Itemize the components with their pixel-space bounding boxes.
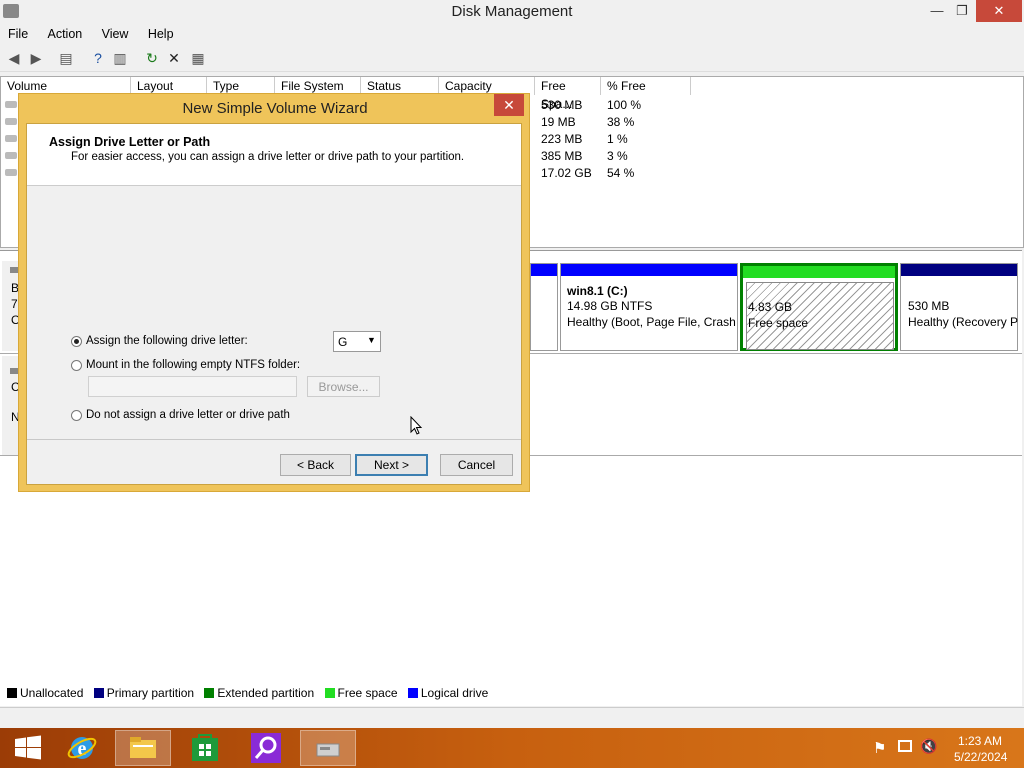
network-icon[interactable] xyxy=(898,740,912,752)
partition-hidden[interactable] xyxy=(530,263,558,351)
taskbar: e ⚑ 🔇 1:23 AM 5/22/2024 xyxy=(0,728,1024,768)
clock-time[interactable]: 1:23 AM xyxy=(958,734,1002,748)
cancel-button[interactable]: Cancel xyxy=(440,454,513,476)
free-space-cell: 19 MB xyxy=(541,115,576,129)
partition-c-size: 14.98 GB NTFS xyxy=(567,299,653,313)
restore-button[interactable]: ❐ xyxy=(947,0,977,22)
percent-free-cell: 54 % xyxy=(607,166,635,180)
radio-assign-letter[interactable] xyxy=(71,336,82,347)
legend-extended: Extended partition xyxy=(217,686,315,700)
store-icon[interactable] xyxy=(177,730,233,766)
legend-primary-swatch xyxy=(93,688,104,698)
recovery-status: Healthy (Recovery P xyxy=(908,315,1018,329)
next-button[interactable]: Next > xyxy=(355,454,428,476)
percent-free-cell: 100 % xyxy=(607,98,642,112)
search-app-icon[interactable] xyxy=(238,730,294,766)
wizard-subheading: For easier access, you can assign a driv… xyxy=(71,151,465,163)
refresh-icon[interactable]: ↻ xyxy=(142,48,162,68)
close-button[interactable]: ✕ xyxy=(976,0,1022,22)
help-icon[interactable]: ? xyxy=(88,48,108,68)
properties-icon[interactable]: ▥ xyxy=(110,48,130,68)
disk-icon xyxy=(5,101,17,108)
forward-icon[interactable]: ▶ xyxy=(26,48,46,68)
wizard-close-button[interactable]: ✕ xyxy=(494,94,524,116)
percent-free-cell: 38 % xyxy=(607,115,635,129)
legend-unallocated: Unallocated xyxy=(20,686,84,700)
radio-assign-label[interactable]: Assign the following drive letter: xyxy=(86,335,248,347)
disk-icon xyxy=(5,152,17,159)
partition-c[interactable]: win8.1 (C:) 14.98 GB NTFS Healthy (Boot,… xyxy=(560,263,738,351)
volume-muted-icon[interactable]: 🔇 xyxy=(920,738,937,755)
browse-button[interactable]: Browse... xyxy=(307,376,380,397)
wizard-header: Assign Drive Letter or Path For easier a… xyxy=(27,124,521,186)
menu-view[interactable]: View xyxy=(94,24,137,44)
free-space-cell: 530 MB xyxy=(541,98,583,112)
free-space-cell: 223 MB xyxy=(541,132,583,146)
settings-icon[interactable]: ▦ xyxy=(188,48,208,68)
legend-free-swatch xyxy=(324,688,335,698)
clock-date[interactable]: 5/22/2024 xyxy=(954,750,1007,764)
recovery-size: 530 MB xyxy=(908,299,950,313)
legend-logical-swatch xyxy=(407,688,418,698)
menu-file[interactable]: File xyxy=(0,24,36,44)
status-bar xyxy=(0,707,1024,728)
delete-icon[interactable]: ✕ xyxy=(164,48,184,68)
legend-extended-swatch xyxy=(204,688,215,698)
free-space-label: Free space xyxy=(748,316,809,330)
radio-no-letter[interactable] xyxy=(71,410,82,421)
window-title: Disk Management xyxy=(451,3,573,20)
radio-no-letter-label[interactable]: Do not assign a drive letter or drive pa… xyxy=(86,409,290,421)
disk-icon xyxy=(5,169,17,176)
legend-logical: Logical drive xyxy=(420,686,489,700)
menu-action[interactable]: Action xyxy=(40,24,91,44)
partition-c-status: Healthy (Boot, Page File, Crash xyxy=(567,315,736,329)
disk-icon xyxy=(5,135,17,142)
partition-recovery[interactable]: 530 MB Healthy (Recovery P xyxy=(900,263,1018,351)
drive-letter-select[interactable]: G ▼ xyxy=(333,331,381,352)
free-space-cell: 17.02 GB xyxy=(541,166,592,180)
menu-bar: File Action View Help xyxy=(0,24,1024,44)
file-explorer-icon[interactable] xyxy=(115,730,171,766)
title-bar: Disk Management — ❐ ✕ xyxy=(0,0,1024,24)
wizard-heading: Assign Drive Letter or Path xyxy=(49,135,211,149)
partition-free-space[interactable]: 4.83 GB Free space xyxy=(740,263,898,351)
console-tree-icon[interactable]: ▤ xyxy=(56,48,76,68)
menu-help[interactable]: Help xyxy=(140,24,182,44)
disk-management-icon[interactable] xyxy=(300,730,356,766)
partition-c-name: win8.1 (C:) xyxy=(567,284,628,298)
legend-free: Free space xyxy=(337,686,398,700)
drive-letter-value: G xyxy=(338,335,348,349)
button-divider xyxy=(27,439,521,440)
wizard-dialog: New Simple Volume Wizard ✕ Assign Drive … xyxy=(18,93,530,492)
legend-primary: Primary partition xyxy=(106,686,195,700)
percent-free-cell: 1 % xyxy=(607,132,628,146)
internet-explorer-icon[interactable]: e xyxy=(54,730,110,766)
percent-free-cell: 3 % xyxy=(607,149,628,163)
toolbar: ◀ ▶ ▤ ? ▥ ↻ ✕ ▦ xyxy=(0,45,1024,72)
chevron-down-icon: ▼ xyxy=(367,335,376,345)
col-free-space[interactable]: Free Spa... xyxy=(535,77,601,111)
radio-mount-folder[interactable] xyxy=(71,360,82,371)
free-space-cell: 385 MB xyxy=(541,149,583,163)
disk-icon xyxy=(5,118,17,125)
free-space-size: 4.83 GB xyxy=(748,300,793,314)
wizard-title: New Simple Volume Wizard xyxy=(182,100,368,117)
mouse-cursor-icon xyxy=(410,416,423,435)
col-percent-free[interactable]: % Free xyxy=(601,77,691,95)
wizard-body: Assign Drive Letter or Path For easier a… xyxy=(26,123,522,485)
start-icon[interactable] xyxy=(0,730,56,766)
mount-folder-input[interactable] xyxy=(88,376,297,397)
flag-icon[interactable]: ⚑ xyxy=(873,739,886,757)
legend-unallocated-swatch xyxy=(7,688,17,698)
legend: Unallocated Primary partition Extended p… xyxy=(0,683,1022,703)
radio-mount-label[interactable]: Mount in the following empty NTFS folder… xyxy=(86,359,300,371)
back-button[interactable]: < Back xyxy=(280,454,351,476)
back-icon[interactable]: ◀ xyxy=(4,48,24,68)
